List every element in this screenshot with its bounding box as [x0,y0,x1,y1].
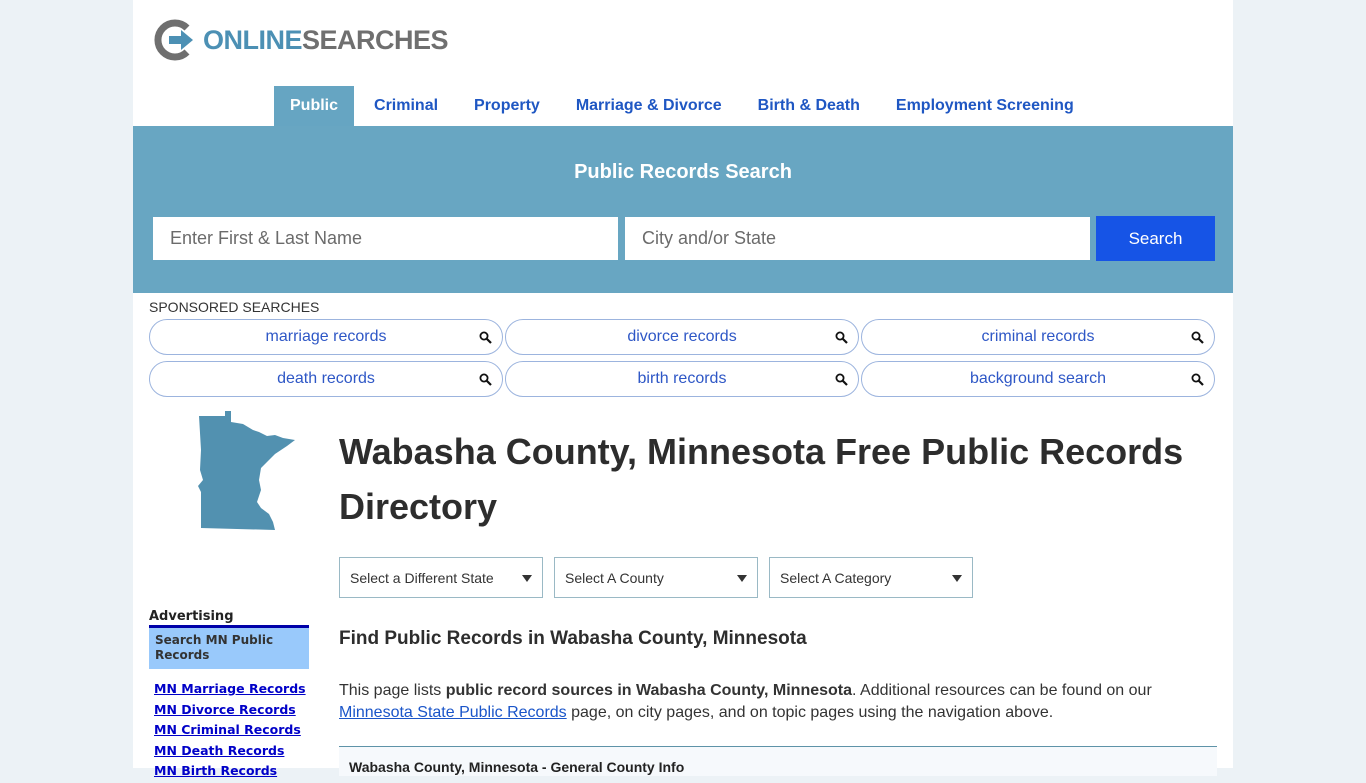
city-input[interactable] [625,217,1090,260]
county-select[interactable]: Select A County [554,557,758,598]
search-icon [1191,373,1204,386]
sponsored-background-search[interactable]: background search [861,361,1215,397]
ad-link-death[interactable]: MN Death Records [154,742,306,763]
county-info-panel: Wabasha County, Minnesota - General Coun… [339,746,1217,776]
sponsored-birth-records[interactable]: birth records [505,361,859,397]
caret-down-icon [522,575,532,582]
sponsored-death-records[interactable]: death records [149,361,503,397]
sponsored-divorce-records[interactable]: divorce records [505,319,859,355]
state-select-value: Select a Different State [350,570,494,586]
name-input[interactable] [153,217,618,260]
intro-text-1: This page lists [339,682,446,699]
filter-selects: Select a Different State Select A County… [339,557,984,598]
caret-down-icon [952,575,962,582]
search-icon [835,373,848,386]
sponsored-criminal-records[interactable]: criminal records [861,319,1215,355]
minnesota-map-icon [198,411,295,530]
ad-link-birth[interactable]: MN Birth Records [154,762,306,783]
nav-birth-death[interactable]: Birth & Death [742,86,876,126]
site-logo[interactable]: ONLINE SEARCHES [153,18,449,62]
intro-bold: public record sources in Wabasha County,… [445,682,853,699]
page-title: Wabasha County, Minnesota Free Public Re… [339,431,1184,527]
nav-employment-screening[interactable]: Employment Screening [880,86,1090,126]
category-select[interactable]: Select A Category [769,557,973,598]
county-select-value: Select A County [565,570,664,586]
search-icon [835,331,848,344]
pill-label: criminal records [981,328,1095,345]
county-info-header: Wabasha County, Minnesota - General Coun… [349,759,685,775]
state-records-link[interactable]: Minnesota State Public Records [339,704,567,721]
caret-down-icon [737,575,747,582]
sponsored-marriage-records[interactable]: marriage records [149,319,503,355]
category-select-value: Select A Category [780,570,892,586]
ad-link-criminal[interactable]: MN Criminal Records [154,721,306,742]
logo-text-online: ONLINE [203,24,303,55]
ad-link-marriage[interactable]: MN Marriage Records [154,680,306,701]
nav-marriage-divorce[interactable]: Marriage & Divorce [560,86,738,126]
ad-box-title: Search MN Public Records [149,625,309,669]
search-button[interactable]: Search [1096,216,1215,261]
state-select[interactable]: Select a Different State [339,557,543,598]
intro-paragraph: This page lists public record sources in… [339,680,1219,724]
intro-text-2: . Additional resources can be found on o… [852,682,1152,699]
pill-label: birth records [637,370,727,387]
search-band: Public Records Search Search [133,126,1233,293]
pill-label: divorce records [627,328,737,345]
ad-link-divorce[interactable]: MN Divorce Records [154,701,306,722]
nav-criminal[interactable]: Criminal [358,86,454,126]
logo-text-searches: SEARCHES [302,24,449,55]
section-subtitle: Find Public Records in Wabasha County, M… [339,628,807,649]
pill-label: background search [969,370,1107,387]
main-nav: Public Criminal Property Marriage & Divo… [274,86,1094,126]
search-icon [1191,331,1204,344]
search-title: Public Records Search [574,161,792,183]
intro-text-3: page, on city pages, and on topic pages … [566,704,1054,721]
advertising-label: Advertising [149,609,234,624]
page-container: ONLINE SEARCHES Public Criminal Property… [133,0,1233,778]
search-icon [479,373,492,386]
sponsored-label: SPONSORED SEARCHES [149,299,320,315]
search-icon [479,331,492,344]
sponsored-grid: marriage records divorce records crimina… [149,319,1215,397]
nav-public[interactable]: Public [274,86,355,126]
pill-label: marriage records [265,328,387,345]
nav-property[interactable]: Property [458,86,556,126]
pill-label: death records [277,370,375,387]
logo-icon [154,19,193,61]
